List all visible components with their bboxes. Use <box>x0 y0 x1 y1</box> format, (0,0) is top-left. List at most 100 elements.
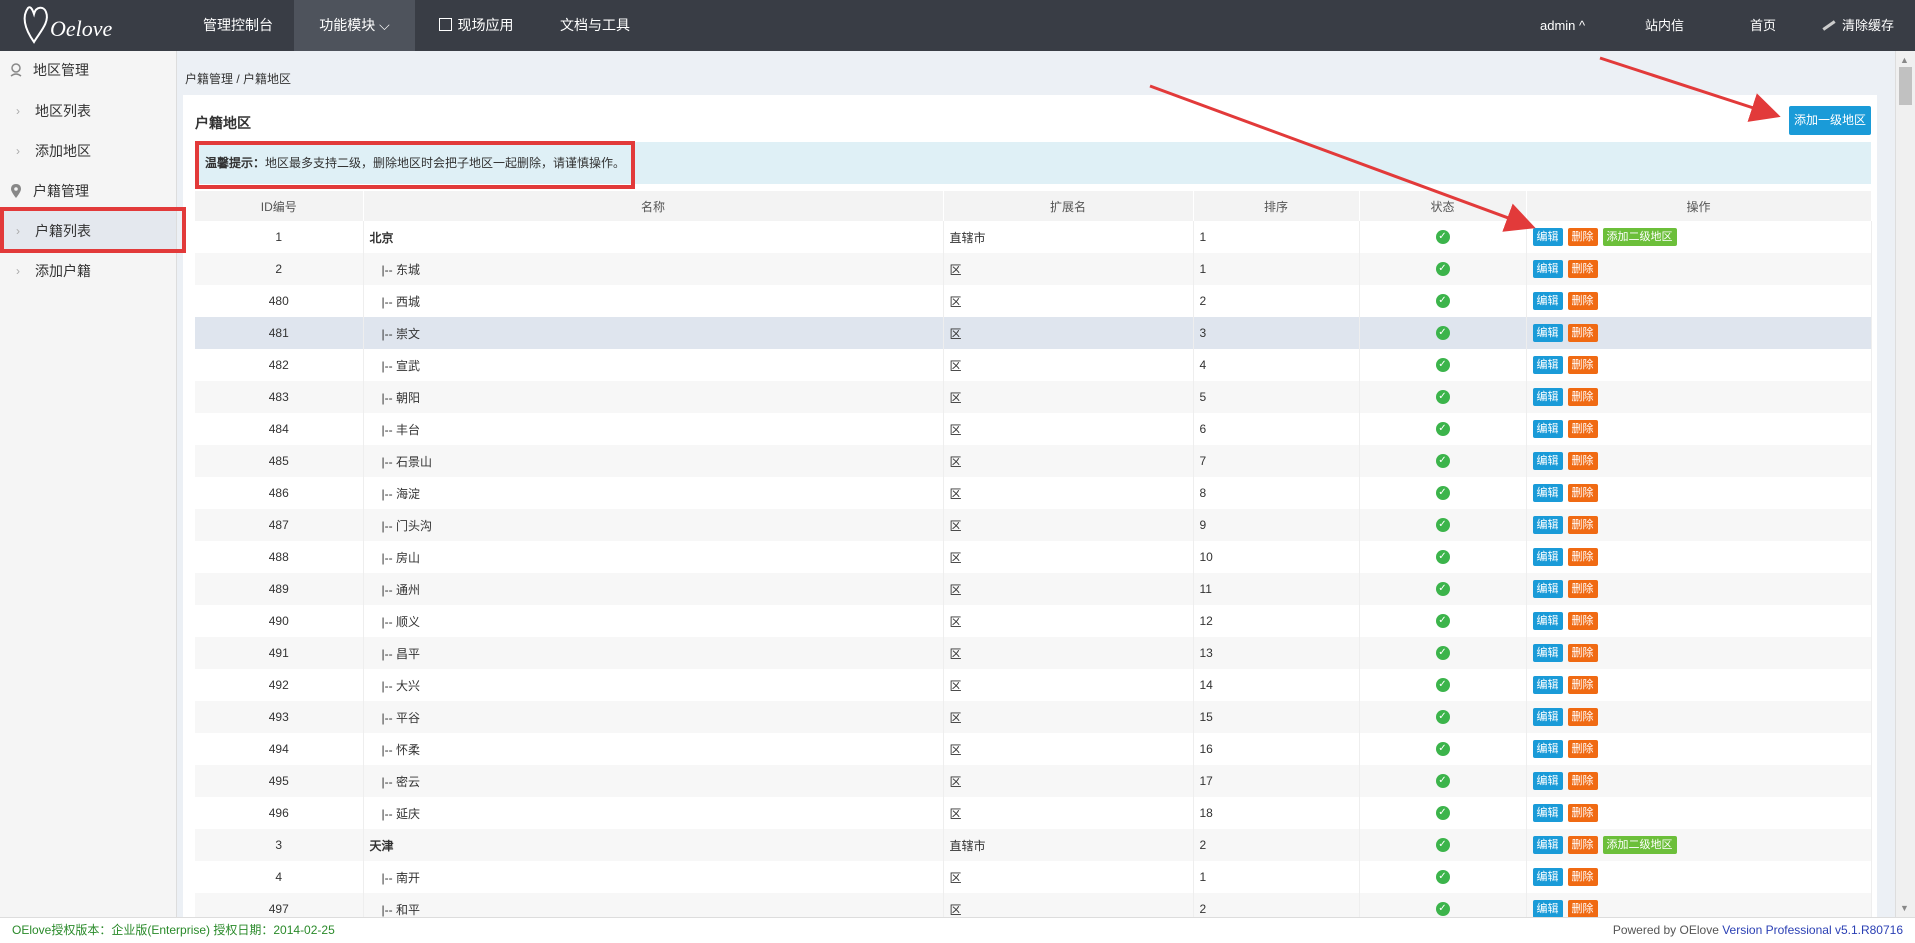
cell-actions: 编辑 删除 <box>1526 893 1872 917</box>
cell-name: |-- 门头沟 <box>363 509 944 541</box>
check-circle-icon: ✓ <box>1435 742 1450 757</box>
edit-button[interactable]: 编辑 <box>1532 804 1563 822</box>
check-circle-icon: ✓ <box>1435 646 1450 661</box>
check-circle-icon: ✓ <box>1435 518 1450 533</box>
edit-button[interactable]: 编辑 <box>1532 772 1563 790</box>
delete-button[interactable]: 删除 <box>1567 708 1598 726</box>
logo[interactable]: Oelove <box>20 2 120 50</box>
sidebar-group-household[interactable]: 户籍管理 <box>0 172 176 210</box>
add-second-level-region-button[interactable]: 添加二级地区 <box>1602 228 1677 246</box>
clear-cache-button[interactable]: 清除缓存 <box>1822 0 1894 51</box>
edit-button[interactable]: 编辑 <box>1532 292 1563 310</box>
delete-button[interactable]: 删除 <box>1567 516 1598 534</box>
cell-status: ✓ <box>1359 669 1527 701</box>
edit-button[interactable]: 编辑 <box>1532 836 1563 854</box>
cell-ext: 区 <box>943 381 1194 413</box>
delete-button[interactable]: 删除 <box>1567 644 1598 662</box>
delete-button[interactable]: 删除 <box>1567 772 1598 790</box>
cell-sort: 1 <box>1193 221 1360 253</box>
delete-button[interactable]: 删除 <box>1567 420 1598 438</box>
cell-id: 487 <box>195 509 364 541</box>
page-scrollbar[interactable]: ▲ ▼ <box>1895 51 1915 917</box>
table-row: 490 |-- 顺义区 12 ✓ 编辑 删除 <box>195 605 1872 637</box>
page-title: 户籍地区 <box>195 115 251 131</box>
cell-sort: 17 <box>1193 765 1360 797</box>
footer: OElove授权版本：企业版(Enterprise) 授权日期：2014-02-… <box>0 917 1915 943</box>
scroll-thumb[interactable] <box>1899 67 1912 105</box>
edit-button[interactable]: 编辑 <box>1532 484 1563 502</box>
check-circle-icon: ✓ <box>1435 838 1450 853</box>
cell-name: |-- 丰台 <box>363 413 944 445</box>
delete-button[interactable]: 删除 <box>1567 580 1598 598</box>
cell-id: 497 <box>195 893 364 917</box>
edit-button[interactable]: 编辑 <box>1532 580 1563 598</box>
add-second-level-region-button[interactable]: 添加二级地区 <box>1602 836 1677 854</box>
cell-id: 493 <box>195 701 364 733</box>
delete-button[interactable]: 删除 <box>1567 292 1598 310</box>
nav-docs-tools[interactable]: 文档与工具 <box>545 0 645 51</box>
cell-sort: 9 <box>1193 509 1360 541</box>
edit-button[interactable]: 编辑 <box>1532 900 1563 917</box>
delete-button[interactable]: 删除 <box>1567 324 1598 342</box>
edit-button[interactable]: 编辑 <box>1532 388 1563 406</box>
sidebar-item-add-household[interactable]: › 添加户籍 <box>0 251 176 291</box>
edit-button[interactable]: 编辑 <box>1532 260 1563 278</box>
edit-button[interactable]: 编辑 <box>1532 644 1563 662</box>
cell-ext: 区 <box>943 317 1194 349</box>
sidebar-group-region[interactable]: 地区管理 <box>0 51 176 89</box>
cell-status: ✓ <box>1359 797 1527 829</box>
annotation-box-sidebar <box>0 207 186 253</box>
delete-button[interactable]: 删除 <box>1567 676 1598 694</box>
delete-button[interactable]: 删除 <box>1567 612 1598 630</box>
edit-button[interactable]: 编辑 <box>1532 548 1563 566</box>
delete-button[interactable]: 删除 <box>1567 836 1598 854</box>
cell-name: 天津 <box>363 829 944 861</box>
sidebar-item-region-list[interactable]: › 地区列表 <box>0 91 176 131</box>
nav-modules[interactable]: 功能模块 ⌵ <box>294 0 415 51</box>
edit-button[interactable]: 编辑 <box>1532 612 1563 630</box>
delete-button[interactable]: 删除 <box>1567 452 1598 470</box>
region-table: ID编号 名称 扩展名 排序 状态 操作 1 北京 直辖市 1 ✓ 编辑 删除 添加二级地区 2… <box>195 191 1872 917</box>
edit-button[interactable]: 编辑 <box>1532 324 1563 342</box>
edit-button[interactable]: 编辑 <box>1532 420 1563 438</box>
delete-button[interactable]: 删除 <box>1567 804 1598 822</box>
delete-button[interactable]: 删除 <box>1567 900 1598 917</box>
cell-name: |-- 西城 <box>363 285 944 317</box>
delete-button[interactable]: 删除 <box>1567 388 1598 406</box>
cell-status: ✓ <box>1359 285 1527 317</box>
nav-dashboard[interactable]: 管理控制台 <box>183 0 293 51</box>
delete-button[interactable]: 删除 <box>1567 228 1598 246</box>
delete-button[interactable]: 删除 <box>1567 548 1598 566</box>
cell-name: |-- 顺义 <box>363 605 944 637</box>
table-row: 486 |-- 海淀区 8 ✓ 编辑 删除 <box>195 477 1872 509</box>
home-link[interactable]: 首页 <box>1750 0 1776 51</box>
scroll-up-arrow-icon[interactable]: ▲ <box>1900 55 1909 65</box>
sidebar-item-add-region[interactable]: › 添加地区 <box>0 131 176 171</box>
check-circle-icon: ✓ <box>1435 326 1450 341</box>
edit-button[interactable]: 编辑 <box>1532 356 1563 374</box>
cell-actions: 编辑 删除 <box>1526 797 1872 829</box>
edit-button[interactable]: 编辑 <box>1532 516 1563 534</box>
check-circle-icon: ✓ <box>1435 582 1450 597</box>
cell-name: |-- 崇文 <box>363 317 944 349</box>
nav-onsite-apps[interactable]: 现场应用 <box>416 0 536 51</box>
edit-button[interactable]: 编辑 <box>1532 676 1563 694</box>
cell-status: ✓ <box>1359 221 1527 253</box>
delete-button[interactable]: 删除 <box>1567 484 1598 502</box>
scroll-down-arrow-icon[interactable]: ▼ <box>1900 903 1909 913</box>
user-menu[interactable]: admin ^ <box>1540 0 1585 51</box>
delete-button[interactable]: 删除 <box>1567 740 1598 758</box>
add-first-level-region-button[interactable]: 添加一级地区 <box>1789 106 1871 135</box>
delete-button[interactable]: 删除 <box>1567 260 1598 278</box>
edit-button[interactable]: 编辑 <box>1532 228 1563 246</box>
cell-ext: 区 <box>943 285 1194 317</box>
messages-link[interactable]: 站内信 <box>1645 0 1684 51</box>
table-row: 2 |-- 东城区 1 ✓ 编辑 删除 <box>195 253 1872 285</box>
edit-button[interactable]: 编辑 <box>1532 740 1563 758</box>
delete-button[interactable]: 删除 <box>1567 356 1598 374</box>
edit-button[interactable]: 编辑 <box>1532 452 1563 470</box>
cell-name: |-- 东城 <box>363 253 944 285</box>
edit-button[interactable]: 编辑 <box>1532 708 1563 726</box>
edit-button[interactable]: 编辑 <box>1532 868 1563 886</box>
delete-button[interactable]: 删除 <box>1567 868 1598 886</box>
